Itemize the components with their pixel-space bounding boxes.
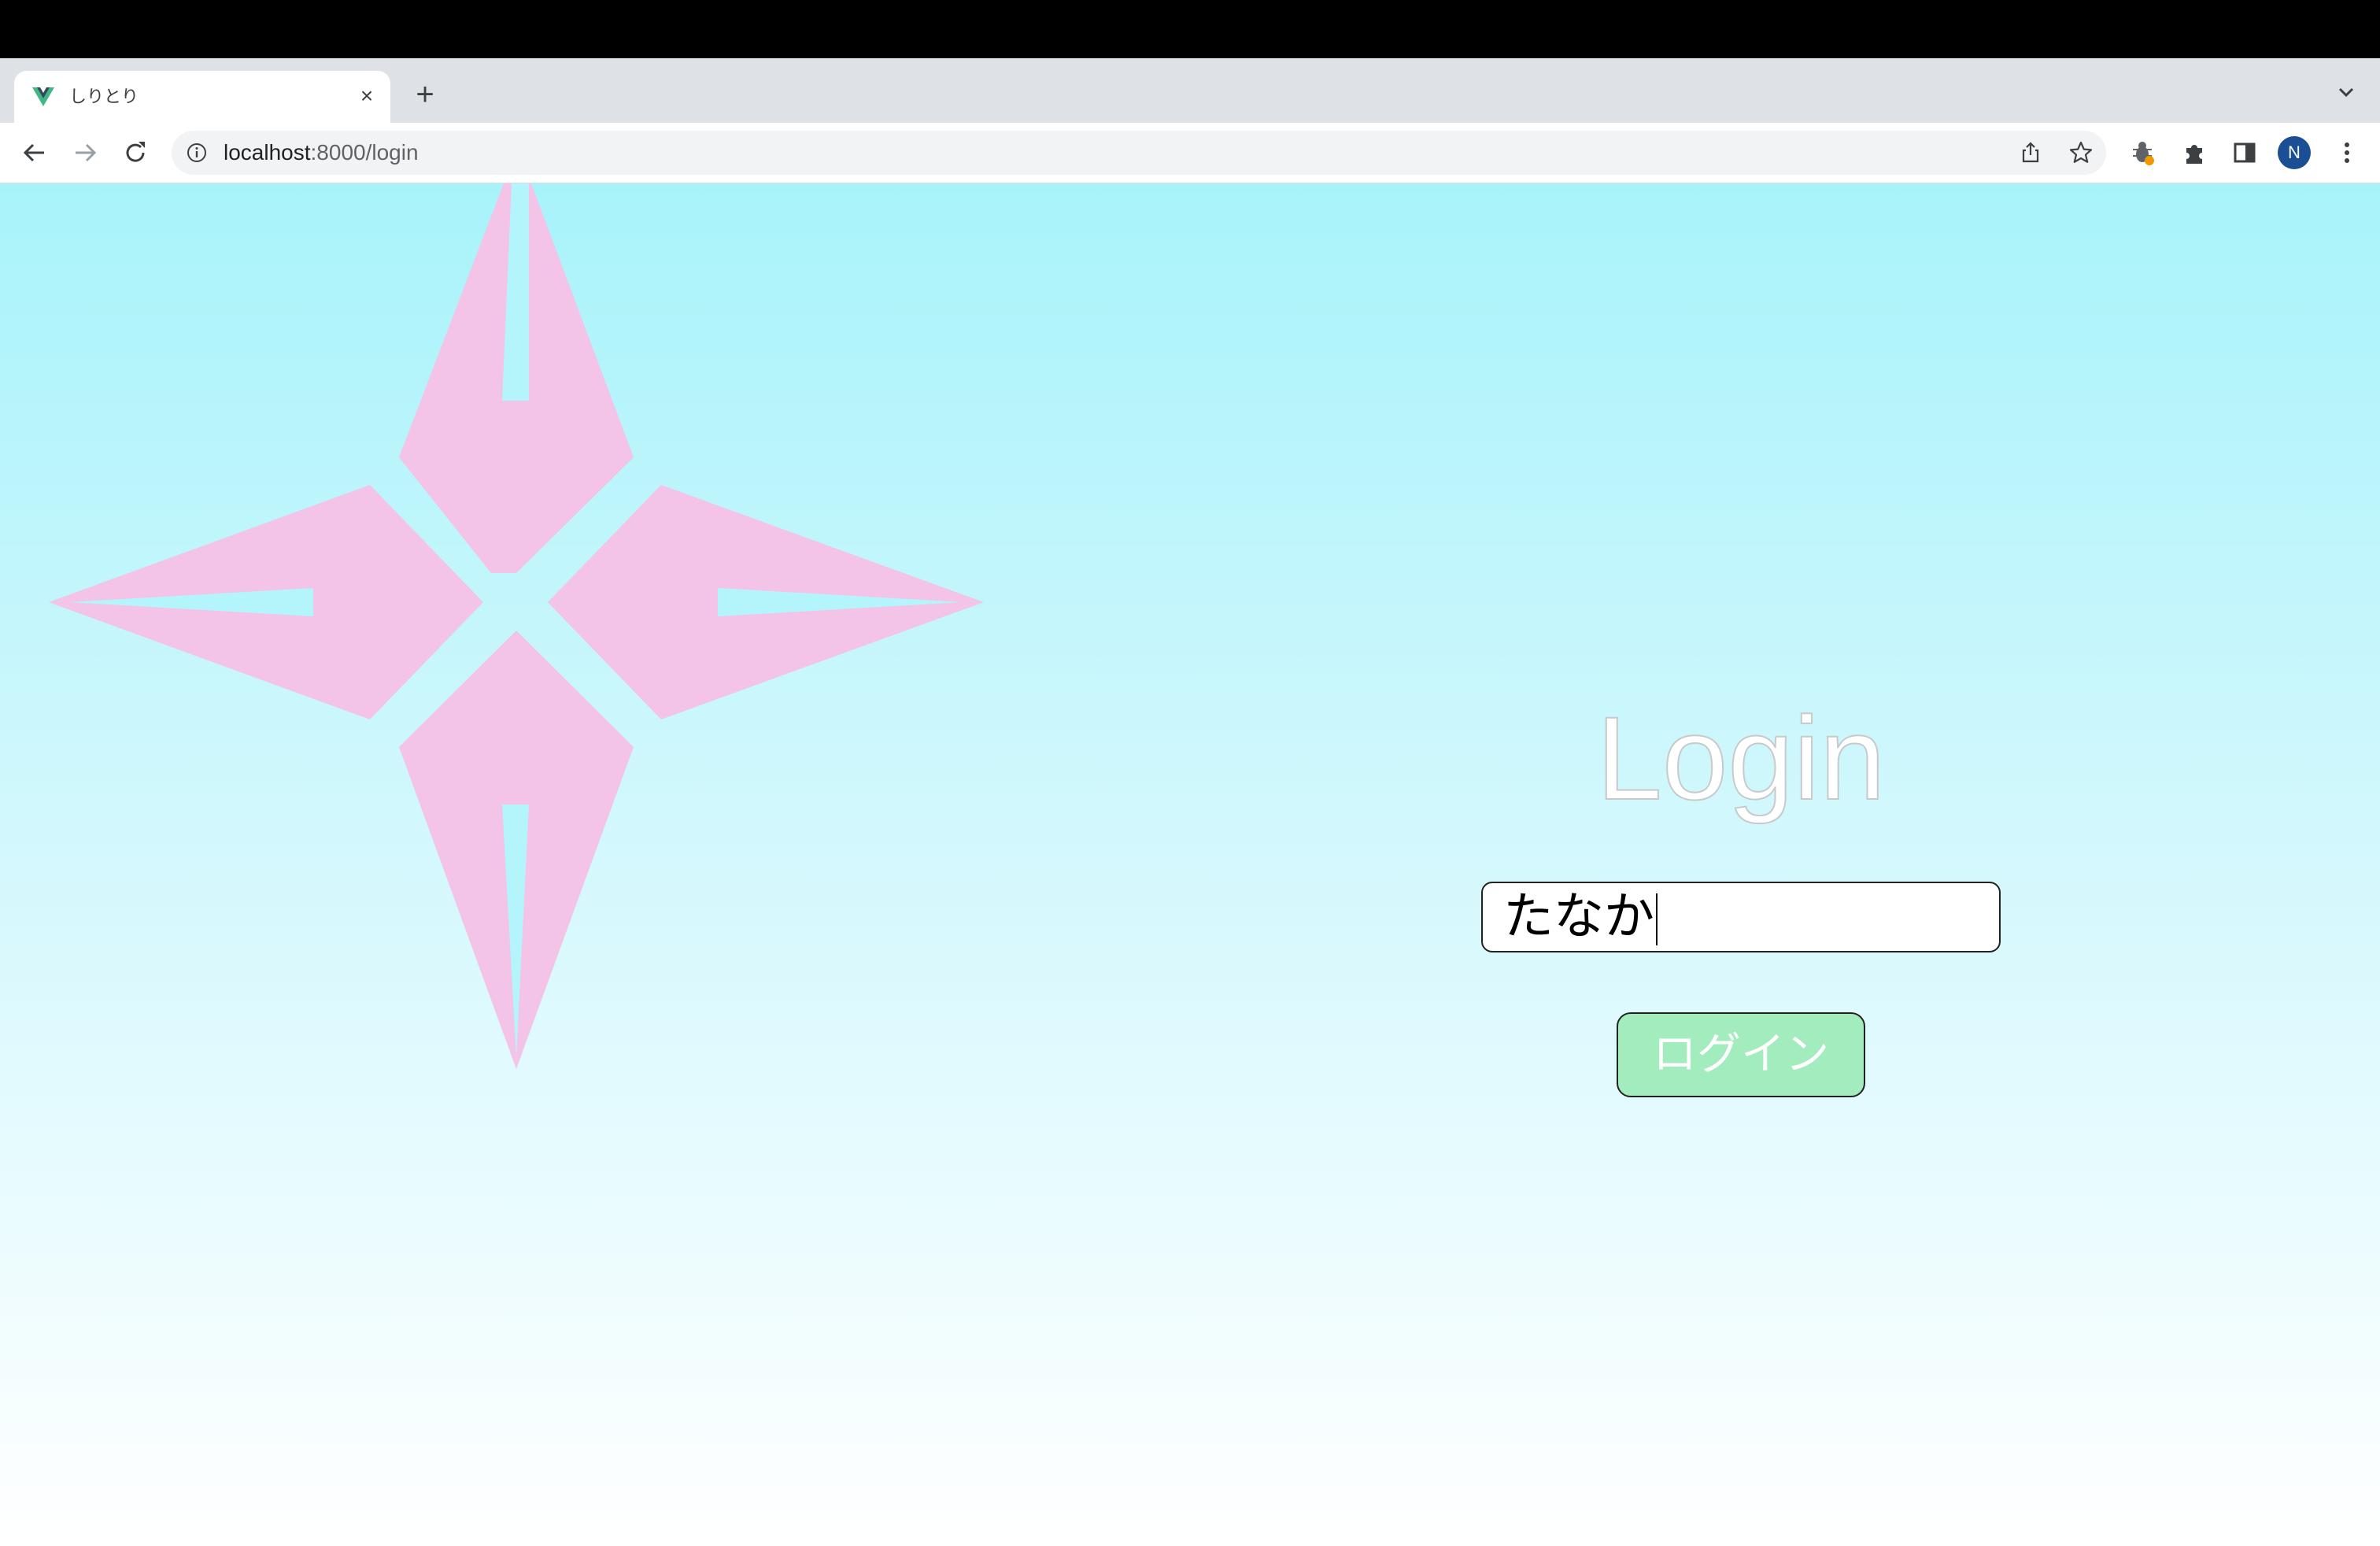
four-point-star-decoration: [49, 183, 984, 1069]
url-text[interactable]: localhost:8000/login: [224, 131, 419, 175]
reload-icon[interactable]: [120, 137, 151, 168]
extension-bug-icon[interactable]: [2127, 137, 2158, 168]
browser-toolbar: localhost:8000/login N: [0, 123, 2380, 183]
forward-icon[interactable]: [69, 137, 101, 168]
page-viewport: Login たなか ログイン: [0, 183, 2380, 1546]
back-icon[interactable]: [19, 137, 50, 168]
bookmark-star-icon[interactable]: [2068, 140, 2094, 165]
tab-close-icon[interactable]: ×: [353, 82, 381, 110]
profile-avatar[interactable]: N: [2278, 136, 2311, 169]
share-icon[interactable]: [2018, 140, 2043, 165]
browser-tab[interactable]: しりとり ×: [14, 71, 390, 123]
name-input[interactable]: たなか: [1481, 882, 2001, 952]
more-menu-icon[interactable]: [2331, 137, 2363, 168]
tab-strip: しりとり × +: [0, 58, 2380, 123]
url-host: localhost: [224, 140, 311, 165]
login-button[interactable]: ログイン: [1617, 1012, 1865, 1097]
text-caret: [1656, 893, 1658, 946]
info-icon[interactable]: [186, 142, 208, 164]
side-panel-icon[interactable]: [2229, 137, 2260, 168]
extensions-puzzle-icon[interactable]: [2179, 137, 2210, 168]
page-title: Login: [1595, 691, 1886, 825]
tab-title: しりとり: [69, 87, 139, 106]
new-tab-button[interactable]: +: [411, 79, 439, 110]
address-bar[interactable]: localhost:8000/login: [172, 131, 2106, 175]
screen: しりとり × + localhost:8000/login N Login たな…: [0, 0, 2380, 1546]
name-input-value: たなか: [1503, 888, 1654, 946]
url-path: :8000/login: [310, 140, 419, 165]
vue-logo-icon: [32, 87, 54, 106]
chevron-down-icon[interactable]: [2333, 79, 2360, 105]
